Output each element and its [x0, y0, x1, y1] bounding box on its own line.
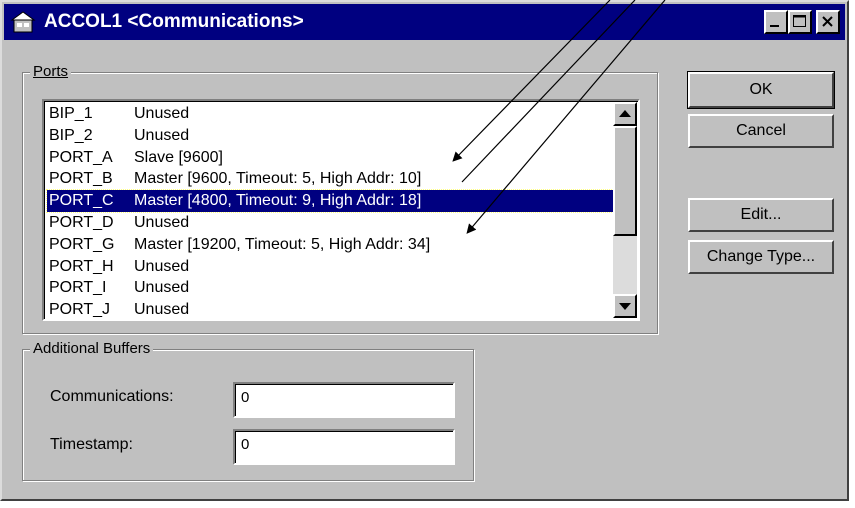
communications-dialog: ACCOL1 <Communications> Ports BIP_1 Unuse…	[0, 0, 849, 501]
port-config: Master [9600, Timeout: 5, High Addr: 10]	[134, 170, 422, 188]
ok-button[interactable]: OK	[687, 71, 835, 109]
port-name: PORT_D	[49, 213, 114, 231]
minimize-icon	[770, 25, 779, 27]
port-name: PORT_H	[49, 257, 114, 275]
port-name: BIP_1	[49, 105, 93, 122]
scroll-thumb[interactable]	[613, 126, 637, 236]
port-name: PORT_J	[49, 301, 111, 319]
close-icon	[822, 16, 833, 27]
buffers-group-label: Additional Buffers	[30, 340, 154, 358]
window-title: ACCOL1 <Communications>	[44, 11, 304, 32]
port-list-item[interactable]: BIP_1 Unused	[47, 103, 617, 125]
ports-scrollbar[interactable]	[613, 102, 637, 318]
scroll-up-arrow-icon	[619, 110, 631, 117]
port-config: Unused	[134, 279, 190, 297]
scroll-down-button[interactable]	[613, 294, 637, 318]
change-type-button[interactable]: Change Type...	[688, 240, 834, 274]
port-config: Slave [9600]	[134, 148, 223, 166]
port-config: Unused	[134, 105, 190, 122]
ports-listbox[interactable]: BIP_1 Unused BIP_2 Unused PORT_A Slave [9600]…	[42, 99, 640, 321]
ports-list: BIP_1 Unused BIP_2 Unused PORT_A Slave [9600]…	[46, 103, 618, 321]
title-bar[interactable]: ACCOL1 <Communications>	[4, 4, 845, 40]
port-name: PORT_G	[49, 235, 115, 253]
port-list-item[interactable]: PORT_I Unused	[47, 277, 617, 299]
communications-field[interactable]: 0	[233, 382, 455, 418]
maximize-icon	[793, 15, 806, 27]
port-list-item[interactable]: PORT_A Slave [9600]	[47, 147, 617, 169]
port-list-item[interactable]: PORT_J Unused	[47, 299, 617, 321]
port-config: Unused	[134, 213, 190, 231]
port-config: Master [19200, Timeout: 5, High Addr: 34…	[134, 235, 431, 253]
port-config: Unused	[134, 126, 190, 144]
port-name: PORT_I	[49, 279, 107, 297]
port-list-item[interactable]: PORT_D Unused	[47, 212, 617, 234]
app-icon	[10, 11, 36, 33]
port-list-item[interactable]: BIP_2 Unused	[47, 125, 617, 147]
port-list-item[interactable]: PORT_G Master [19200, Timeout: 5, High Ad…	[47, 234, 617, 256]
cancel-button[interactable]: Cancel	[688, 114, 834, 148]
scroll-up-button[interactable]	[613, 102, 637, 126]
port-name: PORT_A	[49, 148, 113, 166]
port-name: BIP_2	[49, 126, 93, 144]
maximize-button[interactable]	[788, 10, 812, 34]
port-name: PORT_C	[49, 192, 114, 210]
port-config: Unused	[134, 257, 190, 275]
minimize-button[interactable]	[764, 10, 788, 34]
edit-button[interactable]: Edit...	[688, 198, 834, 232]
port-list-item[interactable]: PORT_C Master [4800, Timeout: 9, High Add…	[46, 189, 618, 213]
port-name: PORT_B	[49, 170, 113, 188]
close-button[interactable]	[816, 10, 840, 34]
port-config: Unused	[134, 301, 190, 319]
timestamp-label: Timestamp:	[50, 436, 133, 453]
timestamp-field[interactable]: 0	[233, 429, 455, 465]
port-list-item[interactable]: PORT_B Master [9600, Timeout: 5, High Add…	[47, 168, 617, 190]
ports-group-label: Ports	[30, 63, 72, 81]
scroll-down-arrow-icon	[619, 303, 631, 310]
port-list-item[interactable]: PORT_H Unused	[47, 256, 617, 278]
communications-label: Communications:	[50, 388, 174, 405]
port-config: Master [4800, Timeout: 9, High Addr: 18]	[134, 192, 422, 210]
